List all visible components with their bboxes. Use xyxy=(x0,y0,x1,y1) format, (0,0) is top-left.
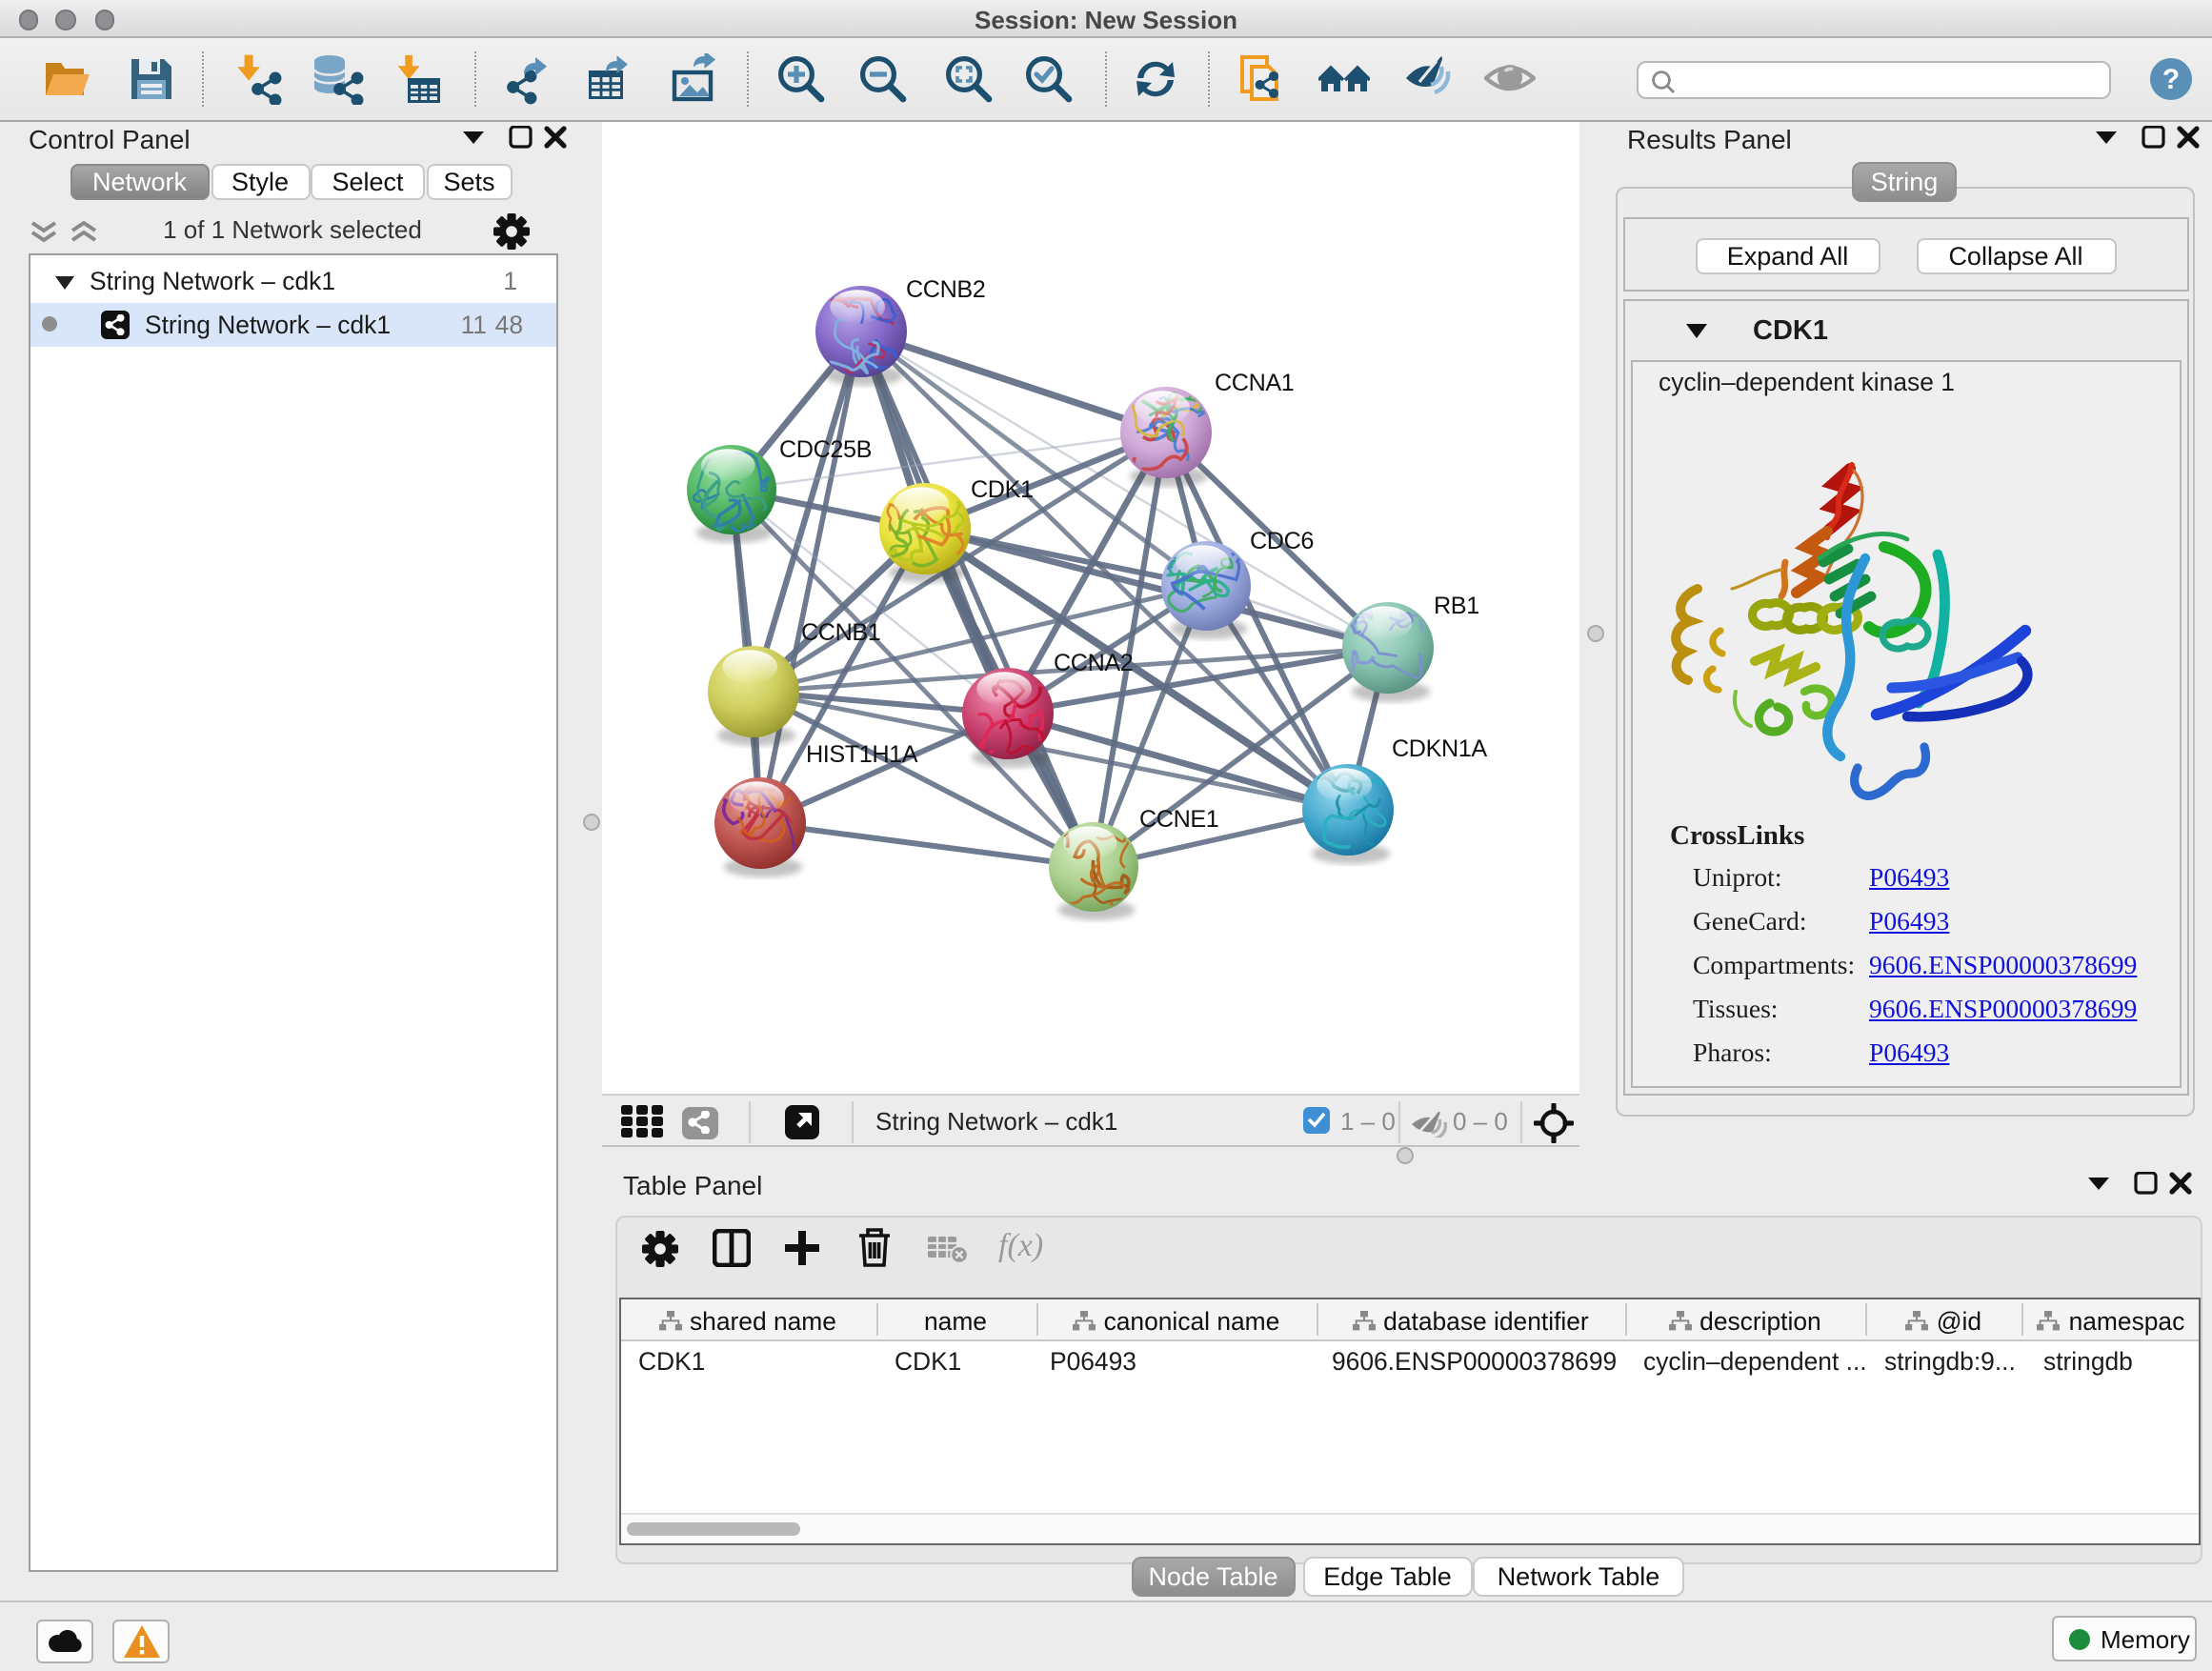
svg-text:HIST1H1A: HIST1H1A xyxy=(805,740,917,767)
svg-text:CCNA2: CCNA2 xyxy=(1053,649,1132,675)
svg-text:CCNE1: CCNE1 xyxy=(1138,805,1217,832)
svg-text:CCNA1: CCNA1 xyxy=(1214,369,1293,395)
svg-text:CCNB2: CCNB2 xyxy=(905,275,984,302)
svg-text:RB1: RB1 xyxy=(1433,592,1478,618)
svg-text:CDC25B: CDC25B xyxy=(778,435,871,462)
svg-text:CDK1: CDK1 xyxy=(970,475,1033,502)
svg-text:CDC6: CDC6 xyxy=(1249,527,1313,554)
svg-text:CDKN1A: CDKN1A xyxy=(1391,735,1486,761)
svg-text:CCNB1: CCNB1 xyxy=(800,618,879,645)
svg-text:?: ? xyxy=(2162,63,2179,94)
